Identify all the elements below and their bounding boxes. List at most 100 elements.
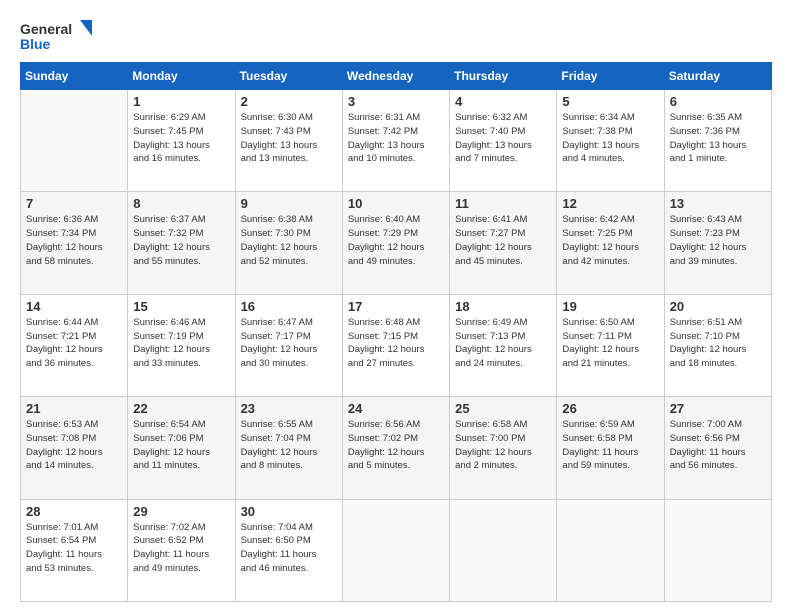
calendar-day-cell: 16 Sunrise: 6:47 AM Sunset: 7:17 PM Dayli…	[235, 294, 342, 396]
day-info: Sunrise: 6:29 AM Sunset: 7:45 PM Dayligh…	[133, 111, 229, 166]
day-number: 1	[133, 94, 229, 109]
day-info: Sunrise: 6:36 AM Sunset: 7:34 PM Dayligh…	[26, 213, 122, 268]
calendar-day-cell	[450, 499, 557, 601]
calendar-day-cell: 4 Sunrise: 6:32 AM Sunset: 7:40 PM Daylig…	[450, 90, 557, 192]
day-info: Sunrise: 6:59 AM Sunset: 6:58 PM Dayligh…	[562, 418, 658, 473]
weekday-header: Saturday	[664, 63, 771, 90]
day-info: Sunrise: 6:58 AM Sunset: 7:00 PM Dayligh…	[455, 418, 551, 473]
day-number: 25	[455, 401, 551, 416]
day-number: 19	[562, 299, 658, 314]
calendar-day-cell: 11 Sunrise: 6:41 AM Sunset: 7:27 PM Dayli…	[450, 192, 557, 294]
day-number: 9	[241, 196, 337, 211]
weekday-header: Friday	[557, 63, 664, 90]
calendar-day-cell	[557, 499, 664, 601]
calendar-day-cell: 23 Sunrise: 6:55 AM Sunset: 7:04 PM Dayli…	[235, 397, 342, 499]
calendar-day-cell: 27 Sunrise: 7:00 AM Sunset: 6:56 PM Dayli…	[664, 397, 771, 499]
calendar-day-cell: 29 Sunrise: 7:02 AM Sunset: 6:52 PM Dayli…	[128, 499, 235, 601]
calendar-week-row: 28 Sunrise: 7:01 AM Sunset: 6:54 PM Dayli…	[21, 499, 772, 601]
day-info: Sunrise: 6:43 AM Sunset: 7:23 PM Dayligh…	[670, 213, 766, 268]
day-number: 12	[562, 196, 658, 211]
calendar-day-cell: 6 Sunrise: 6:35 AM Sunset: 7:36 PM Daylig…	[664, 90, 771, 192]
day-number: 24	[348, 401, 444, 416]
day-info: Sunrise: 6:54 AM Sunset: 7:06 PM Dayligh…	[133, 418, 229, 473]
day-info: Sunrise: 7:02 AM Sunset: 6:52 PM Dayligh…	[133, 521, 229, 576]
day-info: Sunrise: 6:46 AM Sunset: 7:19 PM Dayligh…	[133, 316, 229, 371]
day-number: 28	[26, 504, 122, 519]
calendar-day-cell: 26 Sunrise: 6:59 AM Sunset: 6:58 PM Dayli…	[557, 397, 664, 499]
weekday-header: Sunday	[21, 63, 128, 90]
day-number: 23	[241, 401, 337, 416]
day-info: Sunrise: 6:38 AM Sunset: 7:30 PM Dayligh…	[241, 213, 337, 268]
svg-text:General: General	[20, 21, 72, 37]
day-number: 20	[670, 299, 766, 314]
calendar-day-cell: 9 Sunrise: 6:38 AM Sunset: 7:30 PM Daylig…	[235, 192, 342, 294]
calendar-day-cell	[664, 499, 771, 601]
calendar-week-row: 7 Sunrise: 6:36 AM Sunset: 7:34 PM Daylig…	[21, 192, 772, 294]
calendar-day-cell	[21, 90, 128, 192]
calendar-day-cell: 14Sunrise: 6:44 AM Sunset: 7:21 PM Dayli…	[21, 294, 128, 396]
day-number: 26	[562, 401, 658, 416]
day-info: Sunrise: 6:51 AM Sunset: 7:10 PM Dayligh…	[670, 316, 766, 371]
logo-svg: GeneralBlue	[20, 18, 100, 54]
weekday-header: Tuesday	[235, 63, 342, 90]
calendar-table: SundayMondayTuesdayWednesdayThursdayFrid…	[20, 62, 772, 602]
calendar-day-cell: 5Sunrise: 6:34 AM Sunset: 7:38 PM Daylig…	[557, 90, 664, 192]
page: GeneralBlue SundayMondayTuesdayWednesday…	[0, 0, 792, 612]
day-number: 18	[455, 299, 551, 314]
day-info: Sunrise: 6:41 AM Sunset: 7:27 PM Dayligh…	[455, 213, 551, 268]
day-info: Sunrise: 6:53 AM Sunset: 7:08 PM Dayligh…	[26, 418, 122, 473]
day-number: 14	[26, 299, 122, 314]
calendar-day-cell: 1 Sunrise: 6:29 AM Sunset: 7:45 PM Daylig…	[128, 90, 235, 192]
calendar-day-cell	[342, 499, 449, 601]
day-number: 13	[670, 196, 766, 211]
day-info: Sunrise: 6:55 AM Sunset: 7:04 PM Dayligh…	[241, 418, 337, 473]
calendar-day-cell: 15Sunrise: 6:46 AM Sunset: 7:19 PM Dayli…	[128, 294, 235, 396]
weekday-header: Thursday	[450, 63, 557, 90]
calendar-day-cell: 12 Sunrise: 6:42 AM Sunset: 7:25 PM Dayli…	[557, 192, 664, 294]
day-number: 21	[26, 401, 122, 416]
day-info: Sunrise: 6:37 AM Sunset: 7:32 PM Dayligh…	[133, 213, 229, 268]
header: GeneralBlue	[20, 18, 772, 54]
calendar-day-cell: 13 Sunrise: 6:43 AM Sunset: 7:23 PM Dayli…	[664, 192, 771, 294]
day-number: 30	[241, 504, 337, 519]
calendar-day-cell: 17 Sunrise: 6:48 AM Sunset: 7:15 PM Dayli…	[342, 294, 449, 396]
calendar-day-cell: 22 Sunrise: 6:54 AM Sunset: 7:06 PM Dayli…	[128, 397, 235, 499]
calendar-day-cell: 18Sunrise: 6:49 AM Sunset: 7:13 PM Dayli…	[450, 294, 557, 396]
day-info: Sunrise: 6:56 AM Sunset: 7:02 PM Dayligh…	[348, 418, 444, 473]
day-number: 6	[670, 94, 766, 109]
day-number: 22	[133, 401, 229, 416]
day-number: 3	[348, 94, 444, 109]
calendar-day-cell: 30 Sunrise: 7:04 AM Sunset: 6:50 PM Dayli…	[235, 499, 342, 601]
day-info: Sunrise: 6:31 AM Sunset: 7:42 PM Dayligh…	[348, 111, 444, 166]
day-info: Sunrise: 6:50 AM Sunset: 7:11 PM Dayligh…	[562, 316, 658, 371]
weekday-header: Monday	[128, 63, 235, 90]
day-number: 27	[670, 401, 766, 416]
day-number: 7	[26, 196, 122, 211]
day-number: 4	[455, 94, 551, 109]
day-number: 17	[348, 299, 444, 314]
day-info: Sunrise: 6:34 AM Sunset: 7:38 PM Dayligh…	[562, 111, 658, 166]
day-number: 16	[241, 299, 337, 314]
svg-text:Blue: Blue	[20, 36, 51, 52]
calendar-day-cell: 21 Sunrise: 6:53 AM Sunset: 7:08 PM Dayli…	[21, 397, 128, 499]
calendar-week-row: 21 Sunrise: 6:53 AM Sunset: 7:08 PM Dayli…	[21, 397, 772, 499]
day-info: Sunrise: 7:00 AM Sunset: 6:56 PM Dayligh…	[670, 418, 766, 473]
day-number: 8	[133, 196, 229, 211]
day-info: Sunrise: 6:35 AM Sunset: 7:36 PM Dayligh…	[670, 111, 766, 166]
calendar-day-cell: 8 Sunrise: 6:37 AM Sunset: 7:32 PM Daylig…	[128, 192, 235, 294]
day-info: Sunrise: 6:47 AM Sunset: 7:17 PM Dayligh…	[241, 316, 337, 371]
day-number: 11	[455, 196, 551, 211]
calendar-day-cell: 28 Sunrise: 7:01 AM Sunset: 6:54 PM Dayli…	[21, 499, 128, 601]
calendar-week-row: 14Sunrise: 6:44 AM Sunset: 7:21 PM Dayli…	[21, 294, 772, 396]
day-info: Sunrise: 7:04 AM Sunset: 6:50 PM Dayligh…	[241, 521, 337, 576]
day-info: Sunrise: 6:30 AM Sunset: 7:43 PM Dayligh…	[241, 111, 337, 166]
day-number: 29	[133, 504, 229, 519]
calendar-day-cell: 7 Sunrise: 6:36 AM Sunset: 7:34 PM Daylig…	[21, 192, 128, 294]
header-row: SundayMondayTuesdayWednesdayThursdayFrid…	[21, 63, 772, 90]
day-info: Sunrise: 6:32 AM Sunset: 7:40 PM Dayligh…	[455, 111, 551, 166]
day-info: Sunrise: 7:01 AM Sunset: 6:54 PM Dayligh…	[26, 521, 122, 576]
calendar-day-cell: 24 Sunrise: 6:56 AM Sunset: 7:02 PM Dayli…	[342, 397, 449, 499]
day-info: Sunrise: 6:40 AM Sunset: 7:29 PM Dayligh…	[348, 213, 444, 268]
day-info: Sunrise: 6:48 AM Sunset: 7:15 PM Dayligh…	[348, 316, 444, 371]
day-info: Sunrise: 6:42 AM Sunset: 7:25 PM Dayligh…	[562, 213, 658, 268]
